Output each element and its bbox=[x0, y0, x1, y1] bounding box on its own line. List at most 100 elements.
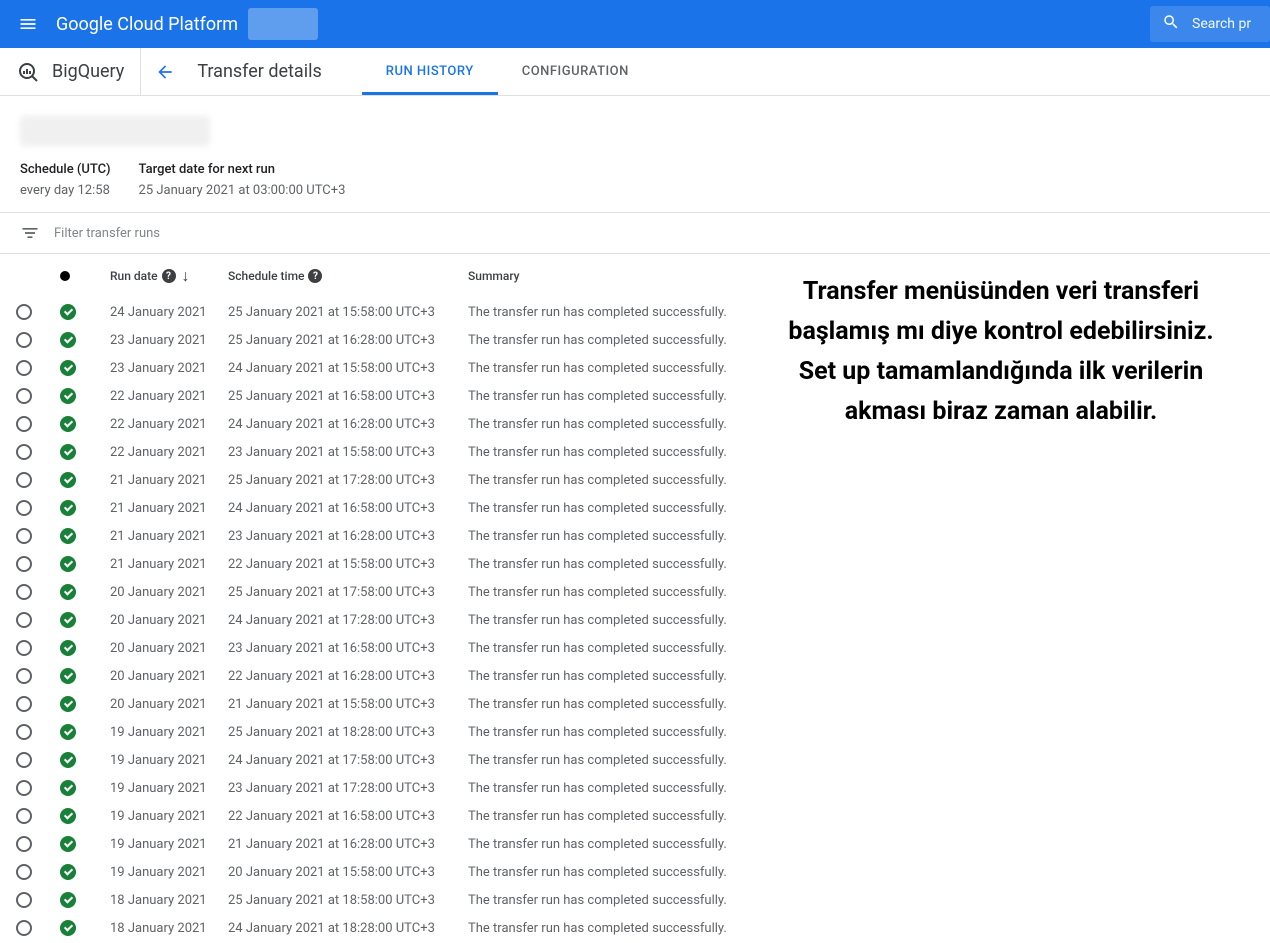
table-row[interactable]: 21 January 202123 January 2021 at 16:28:… bbox=[0, 522, 1270, 550]
filter-bar[interactable]: Filter transfer runs bbox=[0, 212, 1270, 254]
table-row[interactable]: 19 January 202125 January 2021 at 18:28:… bbox=[0, 718, 1270, 746]
success-check-icon bbox=[60, 584, 76, 600]
back-button[interactable] bbox=[141, 48, 189, 95]
run-date-cell: 21 January 2021 bbox=[110, 557, 228, 572]
project-selector[interactable] bbox=[248, 8, 318, 40]
row-radio[interactable] bbox=[16, 612, 32, 628]
schedule-time-cell: 21 January 2021 at 15:58:00 UTC+3 bbox=[228, 697, 468, 712]
summary-cell: The transfer run has completed successfu… bbox=[468, 445, 1254, 460]
row-radio[interactable] bbox=[16, 360, 32, 376]
transfer-info-section: Schedule (UTC) every day 12:58 Target da… bbox=[0, 96, 1270, 212]
success-check-icon bbox=[60, 444, 76, 460]
table-row[interactable]: 20 January 202124 January 2021 at 17:28:… bbox=[0, 606, 1270, 634]
run-date-cell: 20 January 2021 bbox=[110, 585, 228, 600]
row-radio[interactable] bbox=[16, 724, 32, 740]
success-check-icon bbox=[60, 416, 76, 432]
tabs: RUN HISTORY CONFIGURATION bbox=[362, 48, 653, 95]
run-date-cell: 24 January 2021 bbox=[110, 305, 228, 320]
success-check-icon bbox=[60, 696, 76, 712]
col-header-schedule-time[interactable]: Schedule time bbox=[228, 269, 304, 283]
success-check-icon bbox=[60, 920, 76, 936]
summary-cell: The transfer run has completed successfu… bbox=[468, 893, 1254, 908]
search-icon bbox=[1162, 13, 1180, 35]
row-radio[interactable] bbox=[16, 304, 32, 320]
platform-title[interactable]: Google Cloud Platform bbox=[56, 14, 238, 35]
table-row[interactable]: 20 January 202121 January 2021 at 15:58:… bbox=[0, 690, 1270, 718]
summary-cell: The transfer run has completed successfu… bbox=[468, 753, 1254, 768]
schedule-time-cell: 23 January 2021 at 16:58:00 UTC+3 bbox=[228, 641, 468, 656]
row-radio[interactable] bbox=[16, 500, 32, 516]
table-row[interactable]: 20 January 202125 January 2021 at 17:58:… bbox=[0, 578, 1270, 606]
search-box[interactable]: Search pr bbox=[1150, 6, 1270, 42]
row-radio[interactable] bbox=[16, 528, 32, 544]
summary-cell: The transfer run has completed successfu… bbox=[468, 641, 1254, 656]
row-radio[interactable] bbox=[16, 836, 32, 852]
row-radio[interactable] bbox=[16, 752, 32, 768]
success-check-icon bbox=[60, 528, 76, 544]
success-check-icon bbox=[60, 668, 76, 684]
table-row[interactable]: 19 January 202124 January 2021 at 17:58:… bbox=[0, 746, 1270, 774]
schedule-time-cell: 23 January 2021 at 16:28:00 UTC+3 bbox=[228, 529, 468, 544]
instructional-annotation: Transfer menüsünden veri transferi başla… bbox=[756, 272, 1246, 432]
schedule-time-cell: 25 January 2021 at 18:58:00 UTC+3 bbox=[228, 893, 468, 908]
row-radio[interactable] bbox=[16, 696, 32, 712]
schedule-value: every day 12:58 bbox=[20, 183, 111, 198]
schedule-time-cell: 25 January 2021 at 17:58:00 UTC+3 bbox=[228, 585, 468, 600]
row-radio[interactable] bbox=[16, 668, 32, 684]
run-date-cell: 19 January 2021 bbox=[110, 837, 228, 852]
row-radio[interactable] bbox=[16, 808, 32, 824]
table-row[interactable]: 19 January 202123 January 2021 at 17:28:… bbox=[0, 774, 1270, 802]
table-row[interactable]: 19 January 202122 January 2021 at 16:58:… bbox=[0, 802, 1270, 830]
tab-run-history[interactable]: RUN HISTORY bbox=[362, 48, 498, 95]
success-check-icon bbox=[60, 724, 76, 740]
help-icon[interactable]: ? bbox=[308, 269, 322, 283]
table-row[interactable]: 22 January 202123 January 2021 at 15:58:… bbox=[0, 438, 1270, 466]
schedule-time-cell: 24 January 2021 at 18:28:00 UTC+3 bbox=[228, 921, 468, 936]
target-date-label: Target date for next run bbox=[139, 162, 346, 177]
filter-placeholder: Filter transfer runs bbox=[54, 226, 160, 241]
table-row[interactable]: 18 January 202124 January 2021 at 18:28:… bbox=[0, 914, 1270, 942]
schedule-time-cell: 23 January 2021 at 15:58:00 UTC+3 bbox=[228, 445, 468, 460]
row-radio[interactable] bbox=[16, 332, 32, 348]
table-row[interactable]: 19 January 202121 January 2021 at 16:28:… bbox=[0, 830, 1270, 858]
summary-cell: The transfer run has completed successfu… bbox=[468, 473, 1254, 488]
table-row[interactable]: 21 January 202122 January 2021 at 15:58:… bbox=[0, 550, 1270, 578]
tab-configuration[interactable]: CONFIGURATION bbox=[498, 48, 653, 95]
table-row[interactable]: 20 January 202122 January 2021 at 16:28:… bbox=[0, 662, 1270, 690]
col-header-run-date[interactable]: Run date bbox=[110, 269, 158, 283]
table-row[interactable]: 21 January 202125 January 2021 at 17:28:… bbox=[0, 466, 1270, 494]
row-radio[interactable] bbox=[16, 780, 32, 796]
help-icon[interactable]: ? bbox=[162, 269, 176, 283]
table-row[interactable]: 21 January 202124 January 2021 at 16:58:… bbox=[0, 494, 1270, 522]
run-date-cell: 19 January 2021 bbox=[110, 781, 228, 796]
summary-cell: The transfer run has completed successfu… bbox=[468, 669, 1254, 684]
run-date-cell: 22 January 2021 bbox=[110, 445, 228, 460]
row-radio[interactable] bbox=[16, 472, 32, 488]
sort-desc-icon[interactable]: ↓ bbox=[182, 266, 190, 286]
row-radio[interactable] bbox=[16, 556, 32, 572]
row-radio[interactable] bbox=[16, 864, 32, 880]
summary-cell: The transfer run has completed successfu… bbox=[468, 865, 1254, 880]
schedule-time-cell: 25 January 2021 at 17:28:00 UTC+3 bbox=[228, 473, 468, 488]
filter-icon bbox=[20, 223, 40, 243]
row-radio[interactable] bbox=[16, 920, 32, 936]
success-check-icon bbox=[60, 864, 76, 880]
schedule-time-cell: 23 January 2021 at 17:28:00 UTC+3 bbox=[228, 781, 468, 796]
row-radio[interactable] bbox=[16, 892, 32, 908]
bigquery-brand[interactable]: BigQuery bbox=[0, 48, 141, 95]
row-radio[interactable] bbox=[16, 416, 32, 432]
table-row[interactable]: 18 January 202125 January 2021 at 18:58:… bbox=[0, 886, 1270, 914]
table-row[interactable]: 19 January 202120 January 2021 at 15:58:… bbox=[0, 858, 1270, 886]
table-row[interactable]: 20 January 202123 January 2021 at 16:58:… bbox=[0, 634, 1270, 662]
row-radio[interactable] bbox=[16, 444, 32, 460]
success-check-icon bbox=[60, 332, 76, 348]
run-date-cell: 22 January 2021 bbox=[110, 389, 228, 404]
menu-icon[interactable] bbox=[8, 4, 48, 44]
row-radio[interactable] bbox=[16, 584, 32, 600]
success-check-icon bbox=[60, 388, 76, 404]
row-radio[interactable] bbox=[16, 388, 32, 404]
summary-cell: The transfer run has completed successfu… bbox=[468, 837, 1254, 852]
schedule-time-cell: 22 January 2021 at 16:28:00 UTC+3 bbox=[228, 669, 468, 684]
row-radio[interactable] bbox=[16, 640, 32, 656]
schedule-time-cell: 20 January 2021 at 15:58:00 UTC+3 bbox=[228, 865, 468, 880]
